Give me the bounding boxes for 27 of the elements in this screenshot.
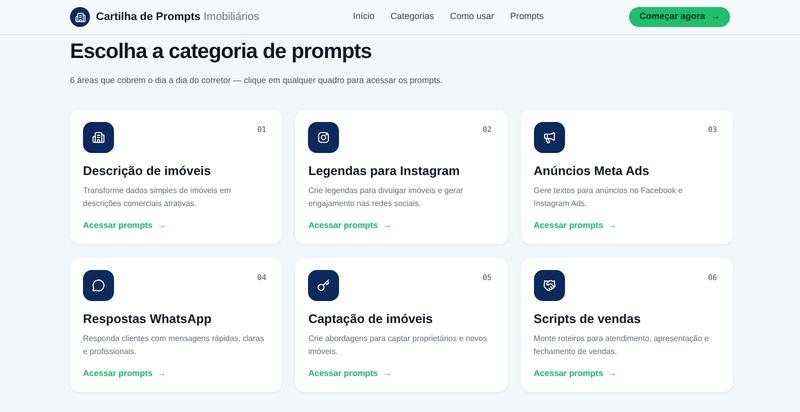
key-icon	[317, 278, 330, 292]
nav-link[interactable]: Início	[353, 10, 375, 24]
handshake-icon	[542, 278, 556, 292]
card-title: Scripts de vendas	[534, 310, 642, 327]
logo-icon	[70, 7, 90, 27]
card-title: Respostas WhatsApp	[83, 310, 212, 327]
nav-link[interactable]: Categorias	[390, 10, 434, 24]
page-subtitle: 6 áreas que cobrem o dia a dia do corretor — clique em qualquer quadro para acessar os prompts.	[70, 74, 444, 87]
card-title: Captação de imóveis	[308, 310, 434, 327]
card-description: Responda clientes com mensagens rápidas, claras e profissionais.	[83, 332, 265, 358]
card-description: Crie legendas para divulgar imóveis e gerar engajamento nas redes sociais.	[308, 184, 464, 210]
card-description: Crie abordagens para captar proprietários e novos imóveis.	[308, 332, 488, 358]
brand-name[interactable]: Cartilha de Prompts Imobiliários	[96, 8, 260, 26]
camera-icon	[317, 130, 330, 144]
card-description: Gere textos para anúncios no Facebook e Instagram Ads.	[534, 184, 684, 210]
card-title: Legendas para Instagram	[308, 162, 461, 179]
card-description: Transforme dados simples de imóveis em descrições comerciais atrativas.	[83, 184, 232, 210]
nav-link[interactable]: Como usar	[450, 10, 494, 24]
building-icon	[92, 130, 105, 144]
megaphone-icon	[542, 130, 556, 144]
card-title: Descrição de imóveis	[83, 162, 212, 179]
page-heading: Escolha a categoria de prompts	[70, 39, 373, 65]
start-button[interactable]: Começar agora →	[629, 7, 730, 27]
card-description: Monte roteiros para atendimento, apresentação e fechamento de vendas.	[534, 332, 710, 358]
card-title: Anúncios Meta Ads	[534, 162, 650, 179]
chat-bubble-icon	[92, 278, 105, 292]
nav-link[interactable]: Prompts	[510, 10, 544, 24]
